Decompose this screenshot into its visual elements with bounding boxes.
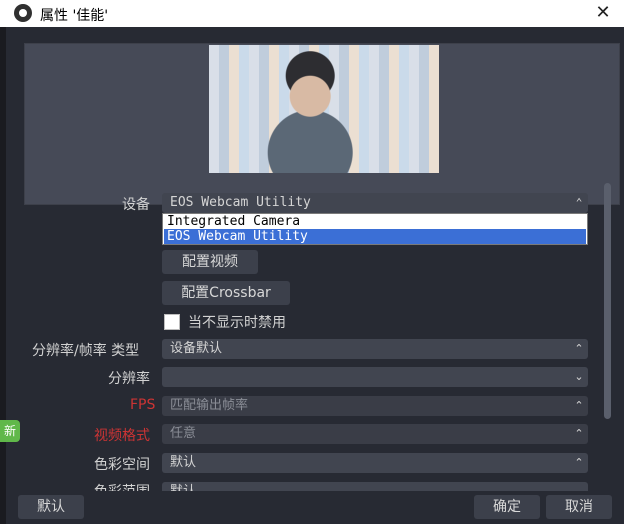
title-bar: 属性 '佳能' ✕ [0, 0, 624, 27]
app-logo-icon [14, 4, 32, 22]
close-icon[interactable]: ✕ [592, 2, 614, 24]
video-format-select[interactable]: 任意 ⌃ [162, 424, 588, 444]
chevron-up-down-icon: ⌃ [574, 456, 584, 469]
color-range-select[interactable]: 默认 [162, 482, 588, 491]
fps-select[interactable]: 匹配输出帧率 ⌃ [162, 396, 588, 416]
resolution-type-select[interactable]: 设备默认 ⌃ [162, 339, 588, 359]
resolution-type-value: 设备默认 [170, 341, 223, 356]
color-range-label: 色彩范围 [94, 481, 150, 491]
color-space-value: 默认 [170, 455, 197, 470]
fps-value: 匹配输出帧率 [170, 398, 249, 413]
device-option-integrated-camera[interactable]: Integrated Camera [164, 214, 586, 229]
device-label: 设备 [122, 197, 150, 213]
window-title: 属性 '佳能' [40, 8, 109, 24]
device-select-value: EOS Webcam Utility [170, 195, 311, 210]
dialog-footer: 默认 确定 取消 [6, 491, 624, 524]
cancel-button[interactable]: 取消 [546, 495, 612, 519]
chevron-up-down-icon: ⌃ [575, 196, 583, 209]
resolution-type-label: 分辨率/帧率 类型 [32, 343, 140, 359]
color-space-label: 色彩空间 [94, 457, 150, 473]
webcam-preview-image [209, 45, 439, 173]
color-space-select[interactable]: 默认 ⌃ [162, 453, 588, 473]
disable-when-hidden-checkbox[interactable] [164, 314, 180, 330]
video-format-label: 视频格式 [94, 428, 150, 444]
preview-area [24, 43, 620, 205]
chevron-up-down-icon: ⌃ [574, 342, 584, 355]
device-option-eos-webcam-utility[interactable]: EOS Webcam Utility [164, 229, 586, 244]
properties-dialog: 设备 EOS Webcam Utility ⌃ Integrated Camer… [6, 27, 624, 524]
resolution-label: 分辨率 [108, 371, 150, 387]
config-video-button[interactable]: 配置视频 [162, 250, 258, 274]
config-crossbar-button[interactable]: 配置Crossbar [162, 281, 290, 305]
disable-when-hidden-label: 当不显示时禁用 [188, 315, 286, 331]
color-range-value: 默认 [170, 484, 196, 491]
default-button[interactable]: 默认 [18, 495, 84, 519]
chevron-down-icon: ⌄ [574, 370, 584, 383]
vertical-scrollbar[interactable] [604, 183, 611, 419]
chevron-up-down-icon: ⌃ [574, 399, 584, 412]
chevron-up-down-icon: ⌃ [574, 427, 584, 440]
resolution-select[interactable]: ⌄ [162, 367, 588, 387]
video-format-value: 任意 [170, 426, 197, 441]
ok-button[interactable]: 确定 [474, 495, 540, 519]
new-badge[interactable]: 新 [0, 420, 20, 442]
device-select[interactable]: EOS Webcam Utility ⌃ [162, 193, 588, 213]
device-dropdown-list: Integrated Camera EOS Webcam Utility [162, 213, 588, 245]
fps-label: FPS [130, 397, 156, 413]
